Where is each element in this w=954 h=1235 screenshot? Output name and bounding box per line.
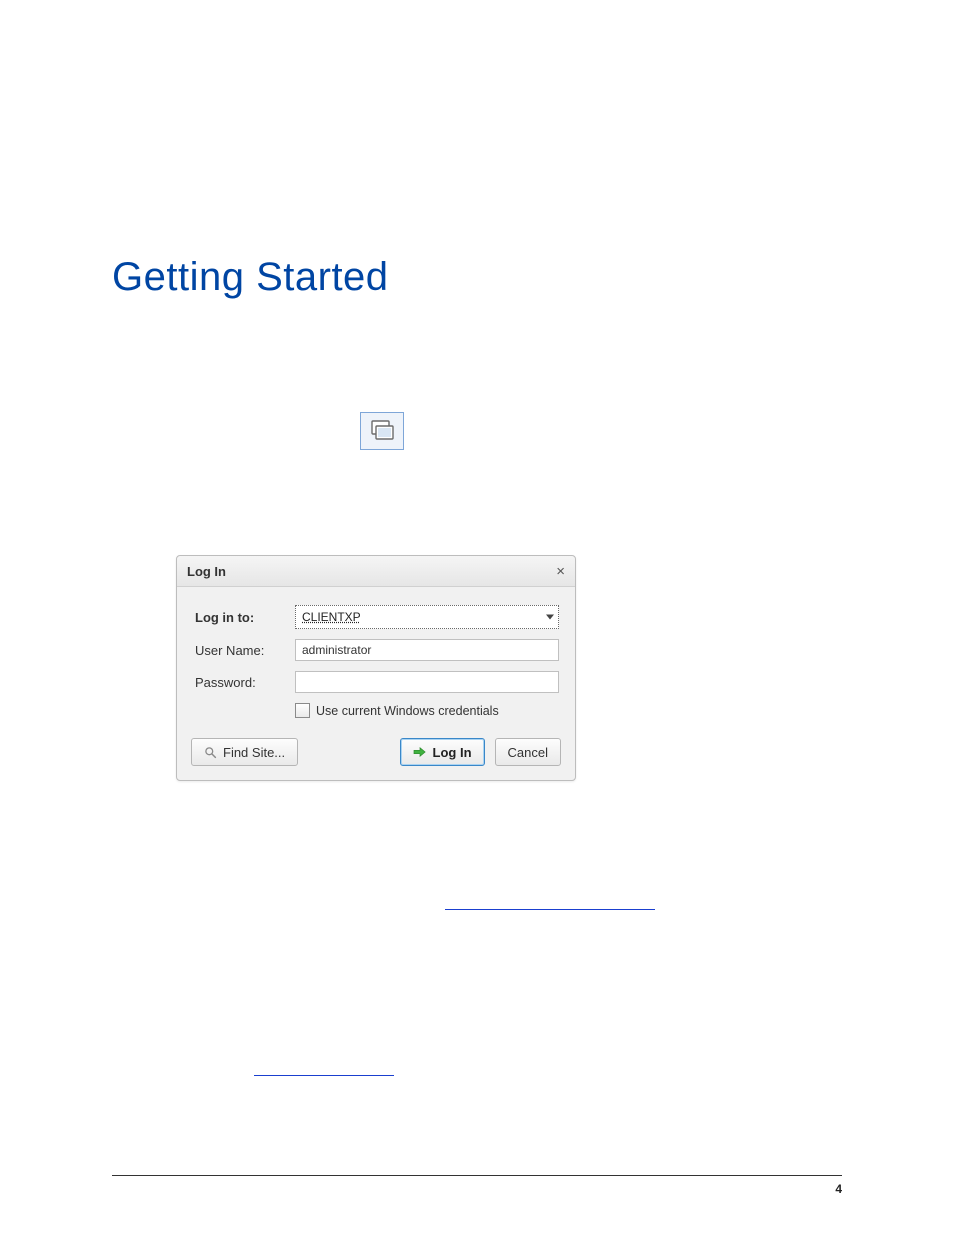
use-windows-credentials-checkbox[interactable]	[295, 703, 310, 718]
login-button-label: Log In	[433, 745, 472, 760]
login-to-label: Log in to:	[195, 610, 295, 625]
login-dialog: Log In × Log in to: CLIENTXP User Name: …	[176, 555, 576, 781]
username-label: User Name:	[195, 643, 295, 658]
close-icon[interactable]: ×	[556, 564, 565, 579]
login-to-value: CLIENTXP	[302, 610, 361, 624]
dialog-footer: Find Site... Log In Cancel	[177, 728, 575, 780]
find-site-label: Find Site...	[223, 745, 285, 760]
password-input[interactable]	[295, 671, 559, 693]
footer-rule	[112, 1175, 842, 1176]
cancel-button[interactable]: Cancel	[495, 738, 561, 766]
login-button[interactable]: Log In	[400, 738, 485, 766]
chevron-down-icon	[546, 615, 554, 620]
dialog-titlebar: Log In ×	[177, 556, 575, 587]
search-icon	[204, 746, 217, 759]
cancel-button-label: Cancel	[508, 745, 548, 760]
arrow-right-icon	[413, 746, 427, 758]
page-heading: Getting Started	[112, 255, 389, 300]
desktop-shortcut-icon	[360, 412, 404, 450]
password-label: Password:	[195, 675, 295, 690]
username-input[interactable]	[295, 639, 559, 661]
find-site-button[interactable]: Find Site...	[191, 738, 298, 766]
dialog-body: Log in to: CLIENTXP User Name: Password:…	[177, 587, 575, 728]
login-to-combo[interactable]: CLIENTXP	[295, 605, 559, 629]
page-number: 4	[835, 1182, 842, 1196]
use-windows-credentials-label: Use current Windows credentials	[316, 704, 499, 718]
dialog-title: Log In	[187, 564, 226, 579]
hyperlink-underline	[445, 909, 655, 910]
hyperlink-underline	[254, 1075, 394, 1076]
